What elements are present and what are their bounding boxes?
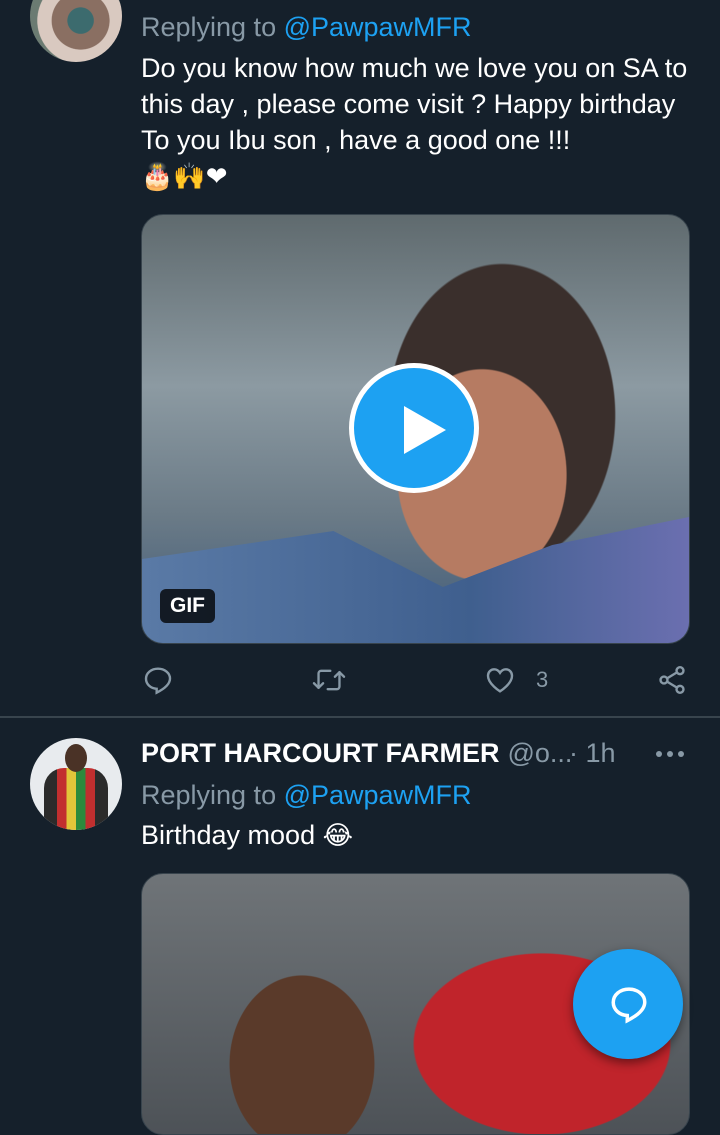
share-button[interactable]: [656, 664, 688, 696]
reply-icon: [144, 667, 172, 695]
gif-media[interactable]: GIF: [141, 214, 690, 644]
avatar-head: [65, 744, 87, 772]
gif-badge: GIF: [160, 589, 215, 623]
retweet-icon: [312, 669, 346, 691]
tweet-divider: [0, 716, 720, 718]
replying-to: Replying to @PawpawMFR: [141, 12, 472, 42]
tweet-time: · 1h: [569, 738, 616, 768]
media-image-detail: [142, 517, 689, 643]
replying-to: Replying to @PawpawMFR: [141, 780, 472, 810]
like-icon: [486, 668, 514, 693]
tweet-header: PORT HARCOURT FARMER @o... · 1h: [141, 738, 616, 769]
tweet-text: Do you know how much we love you on SA t…: [141, 53, 688, 192]
play-icon[interactable]: [349, 363, 479, 493]
tweet-emojis: 🎂🙌❤: [141, 162, 228, 192]
retweet-button[interactable]: [312, 664, 346, 696]
tweet-text: Birthday mood 😂: [141, 820, 353, 851]
like-count: 3: [536, 667, 549, 692]
reply-handle-link[interactable]: @PawpawMFR: [284, 12, 472, 42]
username[interactable]: @o...: [508, 738, 573, 768]
avatar-figure: [44, 768, 108, 830]
share-icon: [659, 666, 685, 694]
reply-button[interactable]: [142, 664, 174, 696]
avatar[interactable]: [30, 738, 122, 830]
tweet-emoji: 😂: [322, 821, 353, 851]
like-button[interactable]: 3: [484, 664, 548, 696]
more-icon[interactable]: [656, 751, 684, 757]
compose-reply-icon: [611, 987, 647, 1024]
avatar[interactable]: [30, 0, 122, 62]
reply-handle-link[interactable]: @PawpawMFR: [284, 780, 472, 810]
display-name[interactable]: PORT HARCOURT FARMER: [141, 738, 500, 768]
tweet-actions: 3: [0, 660, 720, 704]
compose-reply-button[interactable]: [573, 949, 683, 1059]
